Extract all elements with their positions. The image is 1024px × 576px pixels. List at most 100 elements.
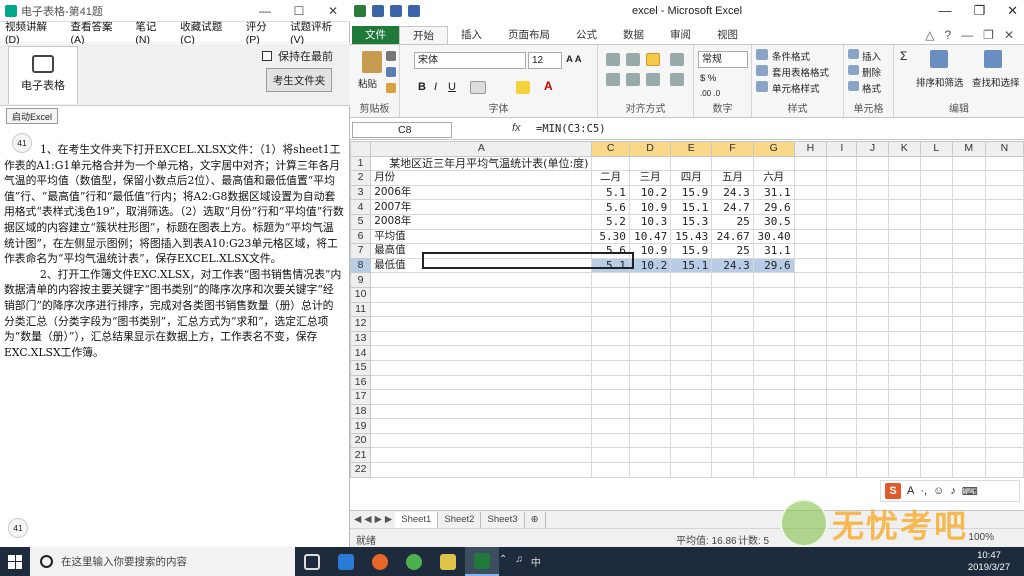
cell[interactable]	[826, 345, 858, 361]
border-icon[interactable]	[470, 81, 486, 94]
cell[interactable]	[628, 447, 672, 464]
cell[interactable]	[793, 374, 828, 391]
menu-answer[interactable]: 查看答案(A)	[65, 19, 130, 46]
font-color-icon[interactable]: A	[544, 79, 553, 93]
cell[interactable]	[670, 359, 713, 376]
format-painter-icon[interactable]	[386, 83, 396, 93]
cell[interactable]	[951, 243, 986, 259]
cell[interactable]	[370, 345, 593, 361]
cell[interactable]	[919, 184, 953, 201]
cell[interactable]	[591, 418, 630, 434]
cell[interactable]	[752, 155, 795, 172]
tab-formulas[interactable]: 公式	[563, 26, 610, 44]
cell[interactable]	[826, 418, 858, 434]
cell[interactable]	[752, 389, 795, 405]
font-size-select[interactable]: 12	[528, 52, 562, 69]
cell[interactable]: 30.40	[752, 228, 795, 245]
cell[interactable]	[711, 374, 754, 391]
cell[interactable]	[628, 155, 672, 172]
cell[interactable]	[951, 301, 986, 318]
cell[interactable]	[856, 286, 889, 303]
row-header[interactable]: 5	[350, 213, 372, 230]
tab-home[interactable]: 开始	[399, 26, 448, 44]
cell[interactable]	[984, 243, 1024, 259]
cell[interactable]	[856, 432, 889, 449]
cell[interactable]	[951, 286, 986, 303]
cell[interactable]	[591, 447, 630, 464]
ime-toolbar[interactable]: S A ·, ☺ ♪ ⌨	[880, 480, 1020, 502]
cell[interactable]	[887, 403, 921, 420]
paste-label[interactable]: 粘贴	[358, 76, 377, 90]
cell[interactable]	[951, 345, 986, 361]
cell[interactable]	[711, 330, 754, 347]
exam-folder-button[interactable]: 考生文件夹	[266, 68, 332, 92]
cell[interactable]	[856, 272, 889, 288]
cell[interactable]	[984, 432, 1024, 449]
cell[interactable]	[591, 359, 630, 376]
cell[interactable]	[370, 330, 593, 347]
cell[interactable]	[711, 432, 754, 449]
column-header[interactable]: A	[370, 141, 593, 157]
cell[interactable]	[793, 432, 828, 449]
cell[interactable]: 24.3	[711, 184, 754, 201]
cell[interactable]	[591, 316, 630, 332]
cell[interactable]	[919, 359, 953, 376]
cell[interactable]: 25	[711, 243, 754, 259]
cell[interactable]	[919, 447, 953, 464]
maximize-button[interactable]: ☐	[282, 4, 316, 18]
cell[interactable]	[826, 301, 858, 318]
cell[interactable]	[711, 389, 754, 405]
cell[interactable]	[984, 184, 1024, 201]
align-center-icon[interactable]	[626, 73, 640, 86]
cell[interactable]	[984, 155, 1024, 172]
ime-lang-icon[interactable]: 中	[531, 554, 541, 569]
cell[interactable]: 最高值	[370, 243, 593, 259]
cell[interactable]	[591, 462, 630, 478]
cell[interactable]	[919, 432, 953, 449]
cell[interactable]	[887, 213, 921, 230]
paste-icon[interactable]	[362, 51, 382, 73]
cell[interactable]	[711, 316, 754, 332]
cell[interactable]	[670, 462, 713, 478]
question-number-badge-bottom[interactable]: 41	[8, 518, 28, 538]
cell[interactable]	[370, 462, 593, 478]
column-header[interactable]: E	[670, 141, 713, 157]
cell[interactable]	[856, 359, 889, 376]
cell[interactable]	[984, 359, 1024, 376]
align-top-icon[interactable]	[606, 53, 620, 66]
cell[interactable]	[711, 418, 754, 434]
cell[interactable]	[856, 257, 889, 274]
cell[interactable]	[951, 155, 986, 172]
cell[interactable]	[670, 389, 713, 405]
ime-keyboard-icon[interactable]: ⌨	[962, 485, 978, 498]
cell[interactable]	[919, 170, 953, 186]
cell[interactable]	[919, 403, 953, 420]
cell[interactable]	[887, 184, 921, 201]
cell[interactable]	[919, 272, 953, 288]
cell[interactable]: 四月	[670, 170, 713, 186]
keep-on-top-checkbox[interactable]: 保持在最前	[262, 48, 333, 64]
cell[interactable]	[591, 286, 630, 303]
menu-favorite[interactable]: 收藏试题(C)	[175, 19, 240, 46]
cell[interactable]	[951, 389, 986, 405]
cell[interactable]	[887, 301, 921, 318]
cell[interactable]	[919, 462, 953, 478]
cell[interactable]	[752, 374, 795, 391]
doc-close-icon[interactable]: ✕	[1004, 28, 1014, 42]
cell[interactable]	[951, 213, 986, 230]
doc-restore-icon[interactable]: ❐	[983, 28, 994, 42]
cell[interactable]	[628, 330, 672, 347]
cell[interactable]	[887, 432, 921, 449]
cell-style-button[interactable]: 单元格样式	[772, 81, 820, 95]
sogou-ime-icon[interactable]: S	[885, 483, 901, 499]
cell[interactable]	[591, 403, 630, 420]
cell[interactable]	[670, 301, 713, 318]
row-header[interactable]: 11	[350, 301, 372, 318]
taskbar-clock[interactable]: 10:47 2019/3/27	[954, 550, 1024, 574]
column-header[interactable]: K	[887, 141, 921, 157]
cell[interactable]	[752, 272, 795, 288]
column-header[interactable]: C	[591, 141, 630, 157]
cell[interactable]	[670, 155, 713, 172]
cell[interactable]: 24.67	[711, 228, 754, 245]
cell[interactable]	[628, 301, 672, 318]
